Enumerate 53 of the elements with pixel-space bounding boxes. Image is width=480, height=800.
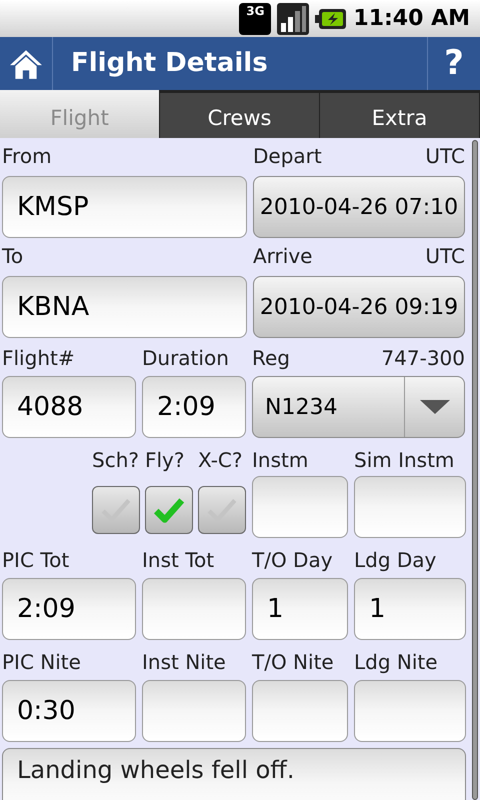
checkbox-label: Sch? xyxy=(92,448,139,472)
duration-field[interactable]: 2:09 xyxy=(142,376,246,438)
field-label: From xyxy=(2,144,53,168)
field-label: Flight# xyxy=(2,346,76,370)
input-field[interactable] xyxy=(142,680,246,742)
checkbox-label: X-C? xyxy=(198,448,243,472)
input-field[interactable] xyxy=(252,476,348,538)
checkbox[interactable] xyxy=(92,486,140,534)
input-field[interactable]: 1 xyxy=(354,578,466,640)
input-field[interactable] xyxy=(354,680,466,742)
field-label: Instm xyxy=(252,448,310,472)
checkbox[interactable] xyxy=(145,486,193,534)
network-icon: 3G xyxy=(239,2,272,34)
field-label: To xyxy=(2,244,24,268)
field-label: PIC Nite xyxy=(2,650,82,674)
field-label: Depart xyxy=(253,144,322,168)
input-field[interactable] xyxy=(142,578,246,640)
field-label: Ldg Day xyxy=(354,548,438,572)
input-field[interactable]: 1 xyxy=(252,578,348,640)
input-field[interactable]: 2:09 xyxy=(2,578,136,640)
battery-icon xyxy=(315,8,348,30)
airport-field[interactable]: KMSP xyxy=(2,176,247,238)
checkbox[interactable] xyxy=(198,486,246,534)
field-label: Inst Tot xyxy=(142,548,216,572)
field-label: PIC Tot xyxy=(2,548,70,572)
screen-title: Flight Details xyxy=(70,47,269,80)
registration-dropdown[interactable]: N1234 xyxy=(252,376,465,438)
time-zone-label: UTC xyxy=(425,144,465,168)
field-label: Sim Instm xyxy=(354,448,456,472)
clock: 11:40 AM xyxy=(353,5,470,33)
field-label: Duration xyxy=(142,346,230,370)
field-label: T/O Day xyxy=(252,548,334,572)
checkbox-label: Fly? xyxy=(145,448,185,472)
date-time-button[interactable]: 2010-04-26 09:19 xyxy=(253,276,465,338)
field-label: Arrive xyxy=(253,244,312,268)
scrollbar[interactable] xyxy=(472,140,478,800)
signal-icon xyxy=(277,2,310,34)
date-time-button[interactable]: 2010-04-26 07:10 xyxy=(253,176,465,238)
field-label: T/O Nite xyxy=(252,650,335,674)
flight-number-field[interactable]: 4088 xyxy=(2,376,136,438)
aircraft-type-label: 747-300 xyxy=(381,346,465,370)
input-field[interactable] xyxy=(252,680,348,742)
input-field[interactable]: 0:30 xyxy=(2,680,136,742)
tab[interactable]: Crews xyxy=(160,90,320,138)
input-field[interactable] xyxy=(354,476,466,538)
dropdown-arrow-icon xyxy=(420,400,450,414)
field-label: Inst Nite xyxy=(142,650,227,674)
field-label: Reg xyxy=(252,346,290,370)
time-zone-label: UTC xyxy=(425,244,465,268)
airport-field[interactable]: KBNA xyxy=(2,276,247,338)
field-label: Ldg Nite xyxy=(354,650,439,674)
notes-field[interactable]: Landing wheels fell off. xyxy=(2,748,466,800)
tab[interactable]: Extra xyxy=(320,90,480,138)
